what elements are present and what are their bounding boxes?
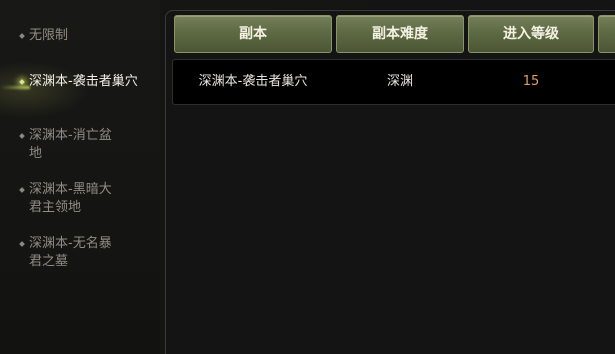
column-header-difficulty[interactable]: 副本难度: [336, 15, 464, 53]
sidebar-item-nameless-tyrant-tomb[interactable]: 深渊本-无名暴君之墓: [19, 235, 116, 271]
column-header-dungeon[interactable]: 副本: [174, 15, 332, 53]
sidebar-item-no-limit[interactable]: 无限制: [19, 27, 140, 45]
sidebar-item-perished-basin[interactable]: 深渊本-消亡盆地: [19, 127, 116, 163]
table-row[interactable]: 深渊本-袭击者巢穴 深渊 15: [172, 59, 615, 105]
dungeon-browser: 无限制 深渊本-袭击者巢穴 深渊本-消亡盆地 深渊本-黑暗大君主领地 深渊本-无…: [0, 0, 615, 354]
sidebar-item-label: 无限制: [29, 28, 69, 43]
bullet-icon: [19, 133, 25, 139]
sidebar-item-label: 深渊本-无名暴君之墓: [29, 236, 112, 269]
bullet-icon: [19, 187, 25, 193]
sidebar-item-raider-nest[interactable]: 深渊本-袭击者巢穴: [19, 73, 138, 91]
sidebar-item-label: 深渊本-消亡盆地: [29, 128, 112, 161]
dungeon-list-panel: 副本 副本难度 进入等级 深渊本-袭击者巢穴 深渊 15: [165, 10, 615, 354]
sidebar-item-dark-overlord-domain[interactable]: 深渊本-黑暗大君主领地: [19, 181, 116, 217]
bullet-icon: [19, 79, 25, 85]
difficulty-cell: 深渊: [386, 74, 413, 89]
column-header-level[interactable]: 进入等级: [468, 15, 594, 53]
entry-level-cell: 15: [522, 74, 540, 89]
sidebar-item-label: 深渊本-袭击者巢穴: [29, 74, 138, 89]
bullet-icon: [19, 241, 25, 247]
category-sidebar: 无限制 深渊本-袭击者巢穴 深渊本-消亡盆地 深渊本-黑暗大君主领地 深渊本-无…: [0, 0, 160, 354]
dungeon-name-cell: 深渊本-袭击者巢穴: [198, 74, 308, 89]
sidebar-item-label: 深渊本-黑暗大君主领地: [29, 182, 112, 215]
bullet-icon: [19, 33, 25, 39]
column-header-extra[interactable]: [598, 15, 615, 53]
